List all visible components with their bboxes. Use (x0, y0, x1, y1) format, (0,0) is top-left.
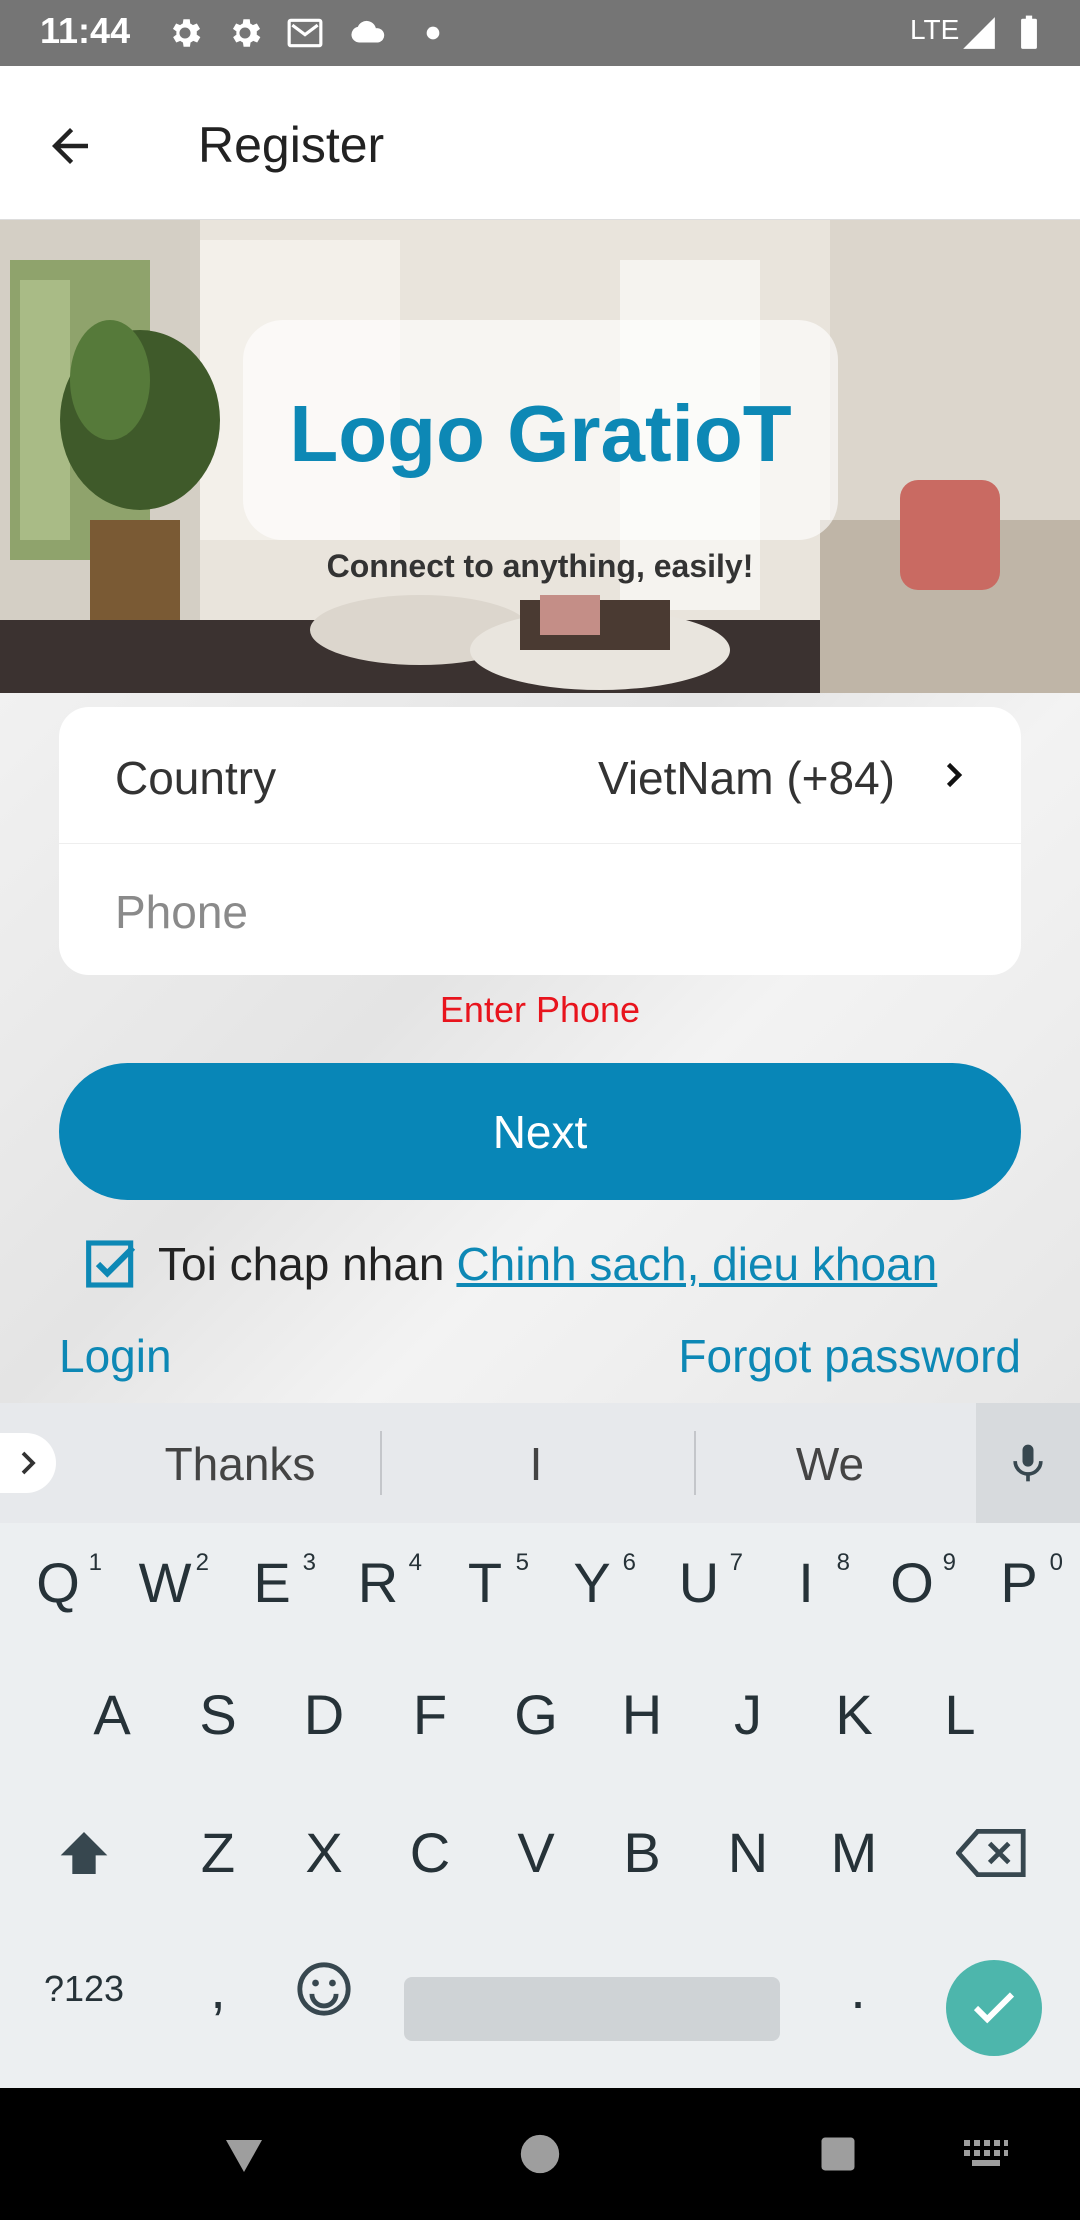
key-f[interactable]: F (380, 1655, 480, 1775)
key-h[interactable]: H (592, 1655, 692, 1775)
phone-input[interactable] (115, 882, 975, 942)
dot-icon (426, 26, 440, 40)
key-g[interactable]: G (486, 1655, 586, 1775)
policy-link[interactable]: Chinh sach, dieu khoan (456, 1237, 937, 1291)
app-bar: Register (0, 66, 1080, 220)
key-z[interactable]: Z (168, 1793, 268, 1913)
suggestion-expand-button[interactable] (0, 1433, 56, 1493)
phone-error-text: Enter Phone (439, 989, 641, 1030)
keyboard: Q1 W2 E3 R4 T5 Y6 U7 I8 O9 P0 A S D F G … (0, 1523, 1080, 2088)
signal-icon (963, 17, 995, 49)
checkmark-icon (973, 1992, 1015, 2024)
backspace-key[interactable] (942, 1793, 1042, 1913)
square-recents-icon (821, 2137, 855, 2171)
enter-key[interactable] (946, 1960, 1042, 2056)
country-label: Country (115, 752, 277, 804)
key-i[interactable]: I8 (756, 1523, 856, 1643)
space-key[interactable] (404, 1977, 780, 2041)
key-t[interactable]: T5 (435, 1523, 535, 1643)
key-a[interactable]: A (62, 1655, 162, 1775)
microphone-icon (1013, 1444, 1043, 1482)
key-m[interactable]: M (804, 1793, 904, 1913)
terms-checkbox[interactable] (84, 1236, 140, 1292)
logo-box: Logo GratioT (243, 320, 838, 540)
key-o[interactable]: O9 (862, 1523, 962, 1643)
suggestion-strip: Thanks I We (0, 1403, 1080, 1523)
emoji-key[interactable] (274, 1929, 374, 2049)
key-j[interactable]: J (698, 1655, 798, 1775)
voice-input-button[interactable] (976, 1403, 1080, 1523)
suggestion-word[interactable]: We (680, 1437, 980, 1491)
comma-key[interactable]: , (168, 1929, 268, 2049)
chevron-right-icon (946, 762, 963, 788)
period-key[interactable]: . (808, 1929, 908, 2049)
suggestion-word[interactable]: I (386, 1437, 686, 1491)
network-type: LTE (910, 14, 960, 45)
keyboard-icon (964, 2140, 1008, 2166)
back-nav-button[interactable] (214, 2124, 274, 2184)
circle-home-icon (520, 2134, 560, 2174)
keyboard-switch-button[interactable] (956, 2124, 1016, 2184)
arrow-left-icon (52, 128, 88, 164)
key-p[interactable]: P0 (969, 1523, 1069, 1643)
key-v[interactable]: V (486, 1793, 586, 1913)
gear-icon (172, 19, 201, 47)
key-y[interactable]: Y6 (542, 1523, 642, 1643)
form-card: Country VietNam (+84) (59, 707, 1021, 975)
key-u[interactable]: U7 (649, 1523, 749, 1643)
key-n[interactable]: N (698, 1793, 798, 1913)
forgot-password-link[interactable]: Forgot password (678, 1329, 1021, 1383)
battery-icon (1021, 15, 1037, 49)
key-r[interactable]: R4 (328, 1523, 428, 1643)
hero-image: Logo GratioT Connect to anything, easily… (0, 220, 1080, 693)
recents-nav-button[interactable] (808, 2124, 868, 2184)
tagline: Connect to anything, easily! (326, 548, 754, 584)
key-b[interactable]: B (592, 1793, 692, 1913)
status-time: 11:44 (40, 10, 131, 51)
key-q[interactable]: Q1 (8, 1523, 108, 1643)
next-button[interactable]: Next (59, 1063, 1021, 1200)
home-nav-button[interactable] (510, 2124, 570, 2184)
shift-icon (60, 1832, 108, 1874)
key-s[interactable]: S (168, 1655, 268, 1775)
terms-agreement: Toi chap nhan Chinh sach, dieu khoan (84, 1233, 937, 1295)
key-d[interactable]: D (274, 1655, 374, 1775)
key-w[interactable]: W2 (115, 1523, 215, 1643)
suggestion-word[interactable]: Thanks (90, 1437, 390, 1491)
terms-text: Toi chap nhan (158, 1238, 445, 1290)
triangle-down-icon (226, 2140, 262, 2172)
key-x[interactable]: X (274, 1793, 374, 1913)
shift-key[interactable] (34, 1793, 134, 1913)
backspace-icon (956, 1829, 1026, 1877)
key-e[interactable]: E3 (222, 1523, 322, 1643)
back-button[interactable] (30, 106, 110, 186)
status-bar: 11:44 LTE (0, 0, 1080, 66)
gmail-icon (287, 18, 323, 48)
key-l[interactable]: L (910, 1655, 1010, 1775)
country-value: VietNam (+84) (597, 752, 895, 804)
navigation-bar (0, 2088, 1080, 2220)
chevron-right-icon (21, 1451, 36, 1475)
key-k[interactable]: K (804, 1655, 904, 1775)
emoji-icon (297, 1962, 351, 2016)
gear-icon (232, 19, 261, 47)
login-link[interactable]: Login (59, 1329, 172, 1383)
suggestion-divider (380, 1431, 382, 1495)
register-content: Country VietNam (+84) Enter Phone Next T… (0, 693, 1080, 1403)
symbols-key[interactable]: ?123 (34, 1929, 134, 2049)
page-title: Register (198, 117, 385, 173)
logo-text: Logo GratioT (289, 389, 792, 478)
key-c[interactable]: C (380, 1793, 480, 1913)
cloud-icon (351, 20, 385, 43)
country-selector[interactable]: Country VietNam (+84) (59, 707, 1021, 844)
